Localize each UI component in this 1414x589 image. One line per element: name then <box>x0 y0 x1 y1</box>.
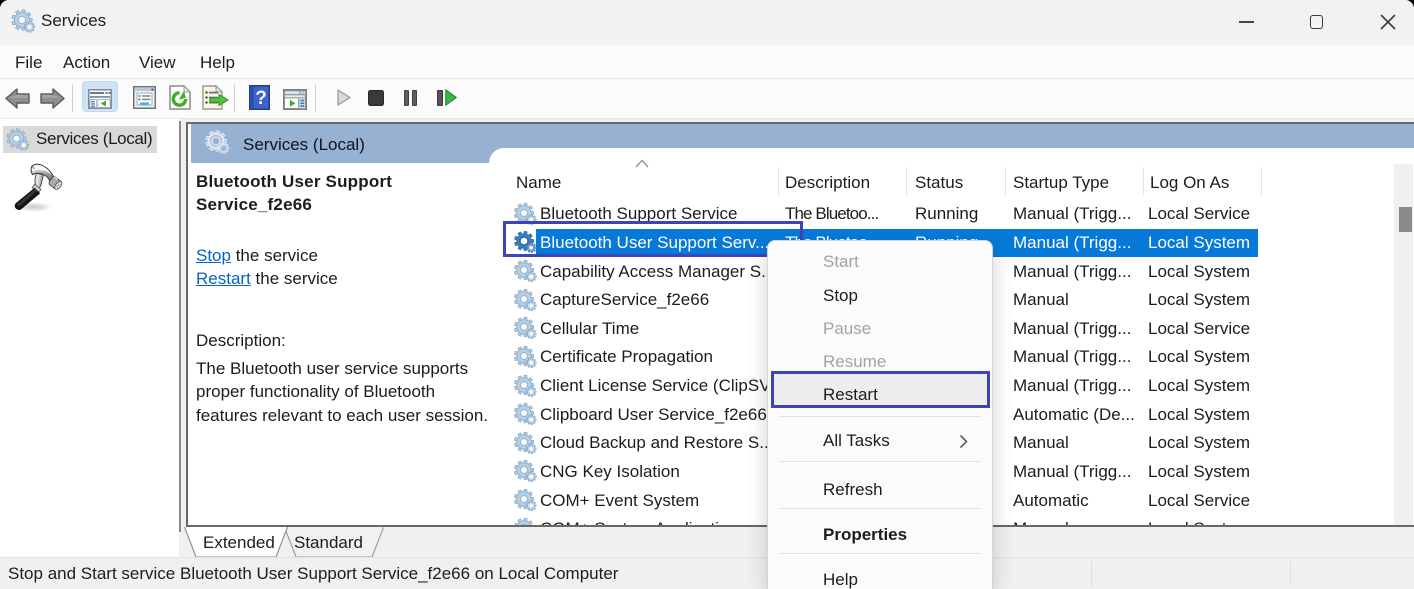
svg-text:?: ? <box>255 88 267 109</box>
